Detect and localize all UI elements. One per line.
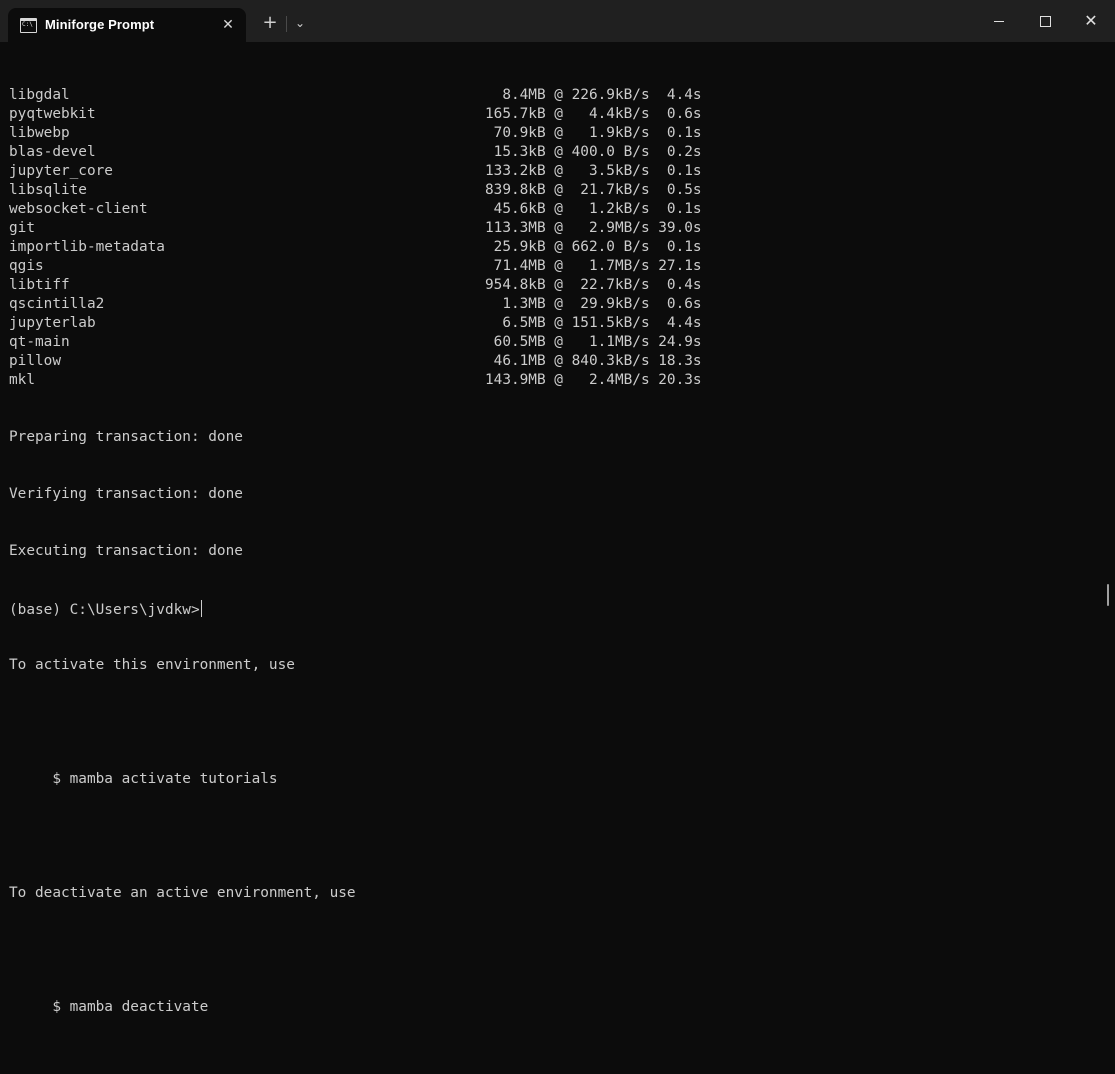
package-stats: 46.1MB @ 840.3kB/s 18.3s [459, 353, 702, 369]
package-stats: 113.3MB @ 2.9MB/s 39.0s [459, 220, 702, 236]
package-stats: 70.9kB @ 1.9kB/s 0.1s [459, 125, 702, 141]
package-name: blas-devel [9, 144, 96, 160]
new-tab-icon[interactable]: + [258, 11, 282, 35]
package-stats: 15.3kB @ 400.0 B/s 0.2s [459, 144, 702, 160]
package-name: libwebp [9, 125, 70, 141]
terminal-output[interactable]: libgdal 8.4MB @ 226.9kB/s 4.4s pyqtwebkit… [9, 48, 1099, 1015]
package-name: mkl [9, 372, 35, 388]
package-row: libtiff 954.8kB @ 22.7kB/s 0.4s [9, 276, 1099, 295]
package-row: jupyterlab 6.5MB @ 151.5kB/s 4.4s [9, 314, 1099, 333]
package-row: qscintilla2 1.3MB @ 29.9kB/s 0.6s [9, 295, 1099, 314]
package-row: pyqtwebkit 165.7kB @ 4.4kB/s 0.6s [9, 105, 1099, 124]
package-row: libwebp 70.9kB @ 1.9kB/s 0.1s [9, 124, 1099, 143]
package-stats: 954.8kB @ 22.7kB/s 0.4s [459, 277, 702, 293]
maximize-icon [1039, 15, 1051, 27]
minimize-button[interactable] [976, 0, 1022, 42]
package-name: pyqtwebkit [9, 106, 96, 122]
package-row: jupyter_core 133.2kB @ 3.5kB/s 0.1s [9, 162, 1099, 181]
package-stats: 143.9MB @ 2.4MB/s 20.3s [459, 372, 702, 388]
package-stats: 25.9kB @ 662.0 B/s 0.1s [459, 239, 702, 255]
activate-hint: To activate this environment, use [9, 657, 295, 673]
scrollbar-thumb[interactable] [1107, 584, 1109, 606]
package-row: mkl 143.9MB @ 2.4MB/s 20.3s [9, 371, 1099, 390]
package-name: importlib-metadata [9, 239, 165, 255]
text-cursor [200, 600, 202, 617]
minimize-icon [994, 20, 1004, 22]
package-row: libsqlite 839.8kB @ 21.7kB/s 0.5s [9, 181, 1099, 200]
close-window-button[interactable]: ✕ [1068, 0, 1114, 42]
chevron-down-icon[interactable]: ⌄ [290, 13, 310, 33]
package-name: pillow [9, 353, 61, 369]
package-stats: 6.5MB @ 151.5kB/s 4.4s [459, 315, 702, 331]
package-name: libgdal [9, 87, 70, 103]
package-stats: 45.6kB @ 1.2kB/s 0.1s [459, 201, 702, 217]
package-row: qgis 71.4MB @ 1.7MB/s 27.1s [9, 257, 1099, 276]
package-stats: 165.7kB @ 4.4kB/s 0.6s [459, 106, 702, 122]
package-name: qt-main [9, 334, 70, 350]
package-stats: 1.3MB @ 29.9kB/s 0.6s [459, 296, 702, 312]
package-name: git [9, 220, 35, 236]
package-name: websocket-client [9, 201, 148, 217]
package-row: importlib-metadata 25.9kB @ 662.0 B/s 0.… [9, 238, 1099, 257]
deactivate-command: $ mamba deactivate [9, 999, 209, 1015]
package-name: qscintilla2 [9, 296, 105, 312]
package-stats: 60.5MB @ 1.1MB/s 24.9s [459, 334, 702, 350]
title-bar: C:\ Miniforge Prompt ✕ + ⌄ ✕ [0, 0, 1115, 42]
preparing-line: Preparing transaction: done [9, 429, 243, 445]
tab-miniforge-prompt[interactable]: C:\ Miniforge Prompt ✕ [8, 8, 246, 42]
package-row: pillow 46.1MB @ 840.3kB/s 18.3s [9, 352, 1099, 371]
maximize-button[interactable] [1022, 0, 1068, 42]
package-row: libgdal 8.4MB @ 226.9kB/s 4.4s [9, 86, 1099, 105]
package-name: qgis [9, 258, 44, 274]
package-download-list: libgdal 8.4MB @ 226.9kB/s 4.4s pyqtwebkit… [9, 86, 1099, 390]
package-row: blas-devel 15.3kB @ 400.0 B/s 0.2s [9, 143, 1099, 162]
cmd-icon: C:\ [20, 18, 37, 33]
package-name: libsqlite [9, 182, 87, 198]
package-stats: 8.4MB @ 226.9kB/s 4.4s [459, 87, 702, 103]
deactivate-hint: To deactivate an active environment, use [9, 885, 356, 901]
tab-title: Miniforge Prompt [45, 17, 155, 32]
package-name: jupyterlab [9, 315, 96, 331]
package-row: qt-main 60.5MB @ 1.1MB/s 24.9s [9, 333, 1099, 352]
package-stats: 71.4MB @ 1.7MB/s 27.1s [459, 258, 702, 274]
package-stats: 133.2kB @ 3.5kB/s 0.1s [459, 163, 702, 179]
command-prompt[interactable]: (base) C:\Users\jvdkw> [9, 600, 202, 620]
prompt-text: (base) C:\Users\jvdkw> [9, 602, 200, 618]
package-name: libtiff [9, 277, 70, 293]
package-name: jupyter_core [9, 163, 113, 179]
activate-command: $ mamba activate tutorials [9, 771, 278, 787]
executing-line: Executing transaction: done [9, 543, 243, 559]
verifying-line: Verifying transaction: done [9, 486, 243, 502]
package-stats: 839.8kB @ 21.7kB/s 0.5s [459, 182, 702, 198]
tab-divider [286, 16, 287, 32]
package-row: git 113.3MB @ 2.9MB/s 39.0s [9, 219, 1099, 238]
package-row: websocket-client 45.6kB @ 1.2kB/s 0.1s [9, 200, 1099, 219]
terminal-window: C:\ Miniforge Prompt ✕ + ⌄ ✕ libgdal 8.4… [0, 0, 1115, 1015]
close-tab-icon[interactable]: ✕ [218, 15, 238, 35]
